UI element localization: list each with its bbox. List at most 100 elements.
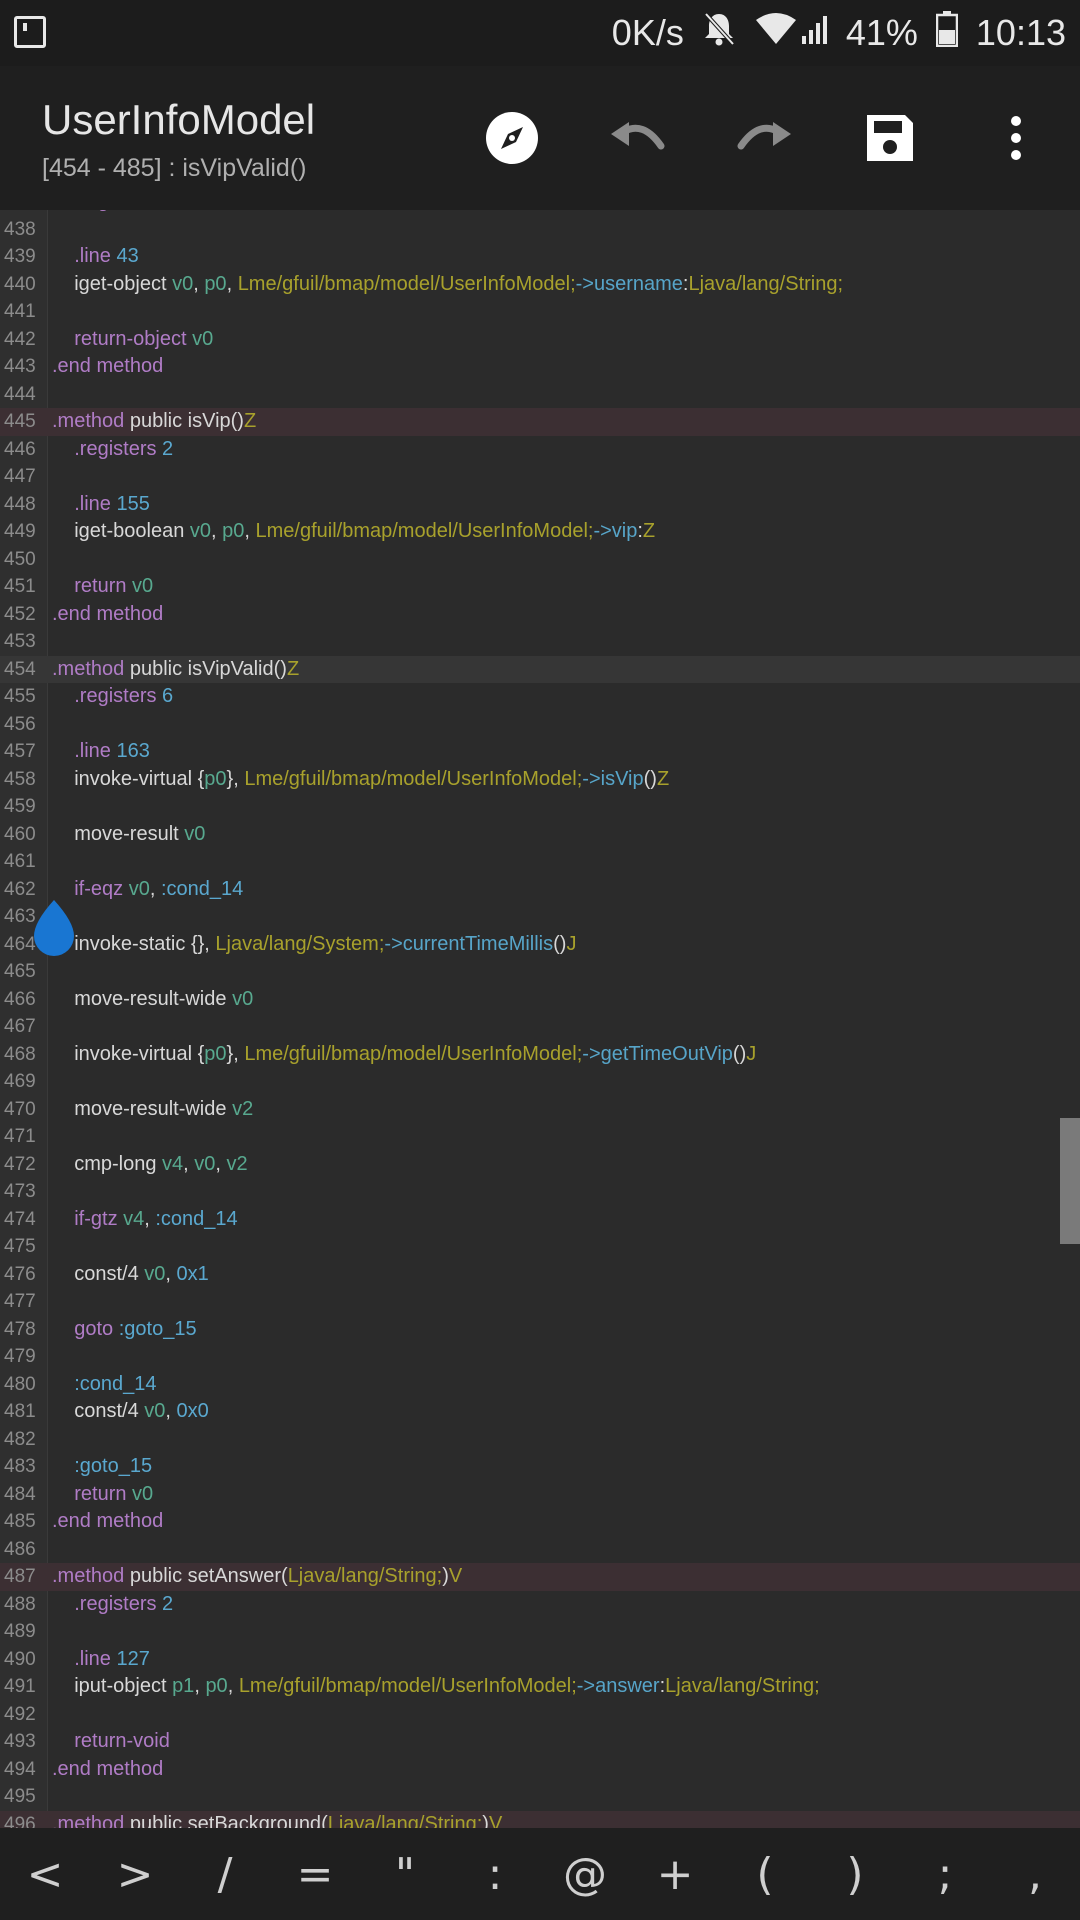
code-token: p0 — [204, 1042, 227, 1065]
code-line[interactable]: 495 — [0, 1783, 1080, 1811]
code-line[interactable]: 455 .registers 6 — [0, 683, 1080, 711]
code-line[interactable]: 456 — [0, 711, 1080, 739]
code-line[interactable]: 491 iput-object p1, p0, Lme/gfuil/bmap/m… — [0, 1673, 1080, 1701]
code-line[interactable]: 454 .method public isVipValid()Z — [0, 655, 1080, 683]
code-line[interactable]: 472 cmp-long v4, v0, v2 — [0, 1151, 1080, 1179]
code-token: v2 — [226, 1152, 248, 1175]
code-line[interactable]: 459 — [0, 793, 1080, 821]
code-line[interactable]: 474 if-gtz v4, :cond_14 — [0, 1206, 1080, 1234]
more-options-button[interactable] — [982, 104, 1050, 172]
code-token: p0 — [205, 1675, 228, 1697]
code-line[interactable]: 473 — [0, 1178, 1080, 1206]
code-token: v2 — [232, 1097, 254, 1120]
symbol-key[interactable]: ) — [810, 1849, 900, 1900]
code-line[interactable]: 453 — [0, 628, 1080, 656]
code-line[interactable]: 487 .method public setAnswer(Ljava/lang/S… — [0, 1563, 1080, 1591]
undo-button[interactable] — [604, 104, 672, 172]
code-line[interactable]: 492 — [0, 1701, 1080, 1729]
code-token: public setBackground — [129, 1812, 322, 1829]
code-token: () — [643, 767, 657, 790]
symbol-key[interactable]: ; — [900, 1849, 990, 1900]
line-number: 455 — [4, 686, 36, 707]
code-line[interactable]: 471 — [0, 1123, 1080, 1151]
code-line[interactable]: 461 — [0, 848, 1080, 876]
code-line[interactable]: 446 .registers 2 — [0, 436, 1080, 464]
code-token: Lme/gfuil/bmap/model/UserInfoModel; — [244, 767, 583, 790]
code-line[interactable]: 440 iget-object v0, p0, Lme/gfuil/bmap/m… — [0, 271, 1080, 299]
symbol-key[interactable]: > — [90, 1849, 180, 1900]
code-line[interactable]: 465 — [0, 958, 1080, 986]
status-bar: 0K/s 41% 10:13 — [0, 0, 1080, 66]
code-token: 2 — [162, 437, 174, 460]
code-line[interactable]: 439 .line 43 — [0, 243, 1080, 271]
code-line[interactable]: 485 .end method — [0, 1508, 1080, 1536]
code-line[interactable]: 479 — [0, 1343, 1080, 1371]
code-line[interactable]: 466 move-result-wide v0 — [0, 986, 1080, 1014]
code-line[interactable]: 493 return-void — [0, 1728, 1080, 1756]
code-line[interactable]: 478 goto :goto_15 — [0, 1316, 1080, 1344]
code-line[interactable]: 464 invoke-static {}, Ljava/lang/System;… — [0, 931, 1080, 959]
editor-scrollbar[interactable] — [1060, 1118, 1080, 1244]
symbol-key[interactable]: + — [630, 1849, 720, 1900]
code-line[interactable]: 450 — [0, 546, 1080, 574]
code-line[interactable]: 468 invoke-virtual {p0}, Lme/gfuil/bmap/… — [0, 1041, 1080, 1069]
code-line[interactable]: 484 return v0 — [0, 1481, 1080, 1509]
code-line[interactable]: 489 — [0, 1618, 1080, 1646]
code-line[interactable]: 467 — [0, 1013, 1080, 1041]
code-line[interactable]: 445 .method public isVip()Z — [0, 408, 1080, 436]
code-line[interactable]: 463 — [0, 903, 1080, 931]
code-line[interactable]: 475 — [0, 1233, 1080, 1261]
symbol-key[interactable]: " — [360, 1849, 450, 1900]
code-line[interactable]: 488 .registers 2 — [0, 1591, 1080, 1619]
line-code: goto :goto_15 — [52, 1316, 196, 1344]
symbol-key[interactable]: ( — [720, 1849, 810, 1900]
save-button[interactable] — [856, 104, 924, 172]
code-line[interactable]: 457 .line 163 — [0, 738, 1080, 766]
navigate-button[interactable] — [478, 104, 546, 172]
symbol-key[interactable]: < — [0, 1849, 90, 1900]
code-line[interactable]: 469 — [0, 1068, 1080, 1096]
code-line[interactable]: 442 return-object v0 — [0, 326, 1080, 354]
code-line[interactable]: 494 .end method — [0, 1756, 1080, 1784]
symbol-key[interactable]: : — [450, 1849, 540, 1900]
code-editor[interactable]: 437 .registers 2438439 .line 43440 iget-… — [0, 210, 1080, 1828]
code-line[interactable]: 460 move-result v0 — [0, 821, 1080, 849]
code-line[interactable]: 480 :cond_14 — [0, 1371, 1080, 1399]
code-token: , — [144, 1207, 156, 1230]
code-line[interactable]: 448 .line 155 — [0, 491, 1080, 519]
code-line[interactable]: 458 invoke-virtual {p0}, Lme/gfuil/bmap/… — [0, 766, 1080, 794]
line-code: :goto_15 — [52, 1453, 152, 1481]
line-code: invoke-static {}, Ljava/lang/System;->cu… — [52, 931, 576, 959]
code-line[interactable]: 482 — [0, 1426, 1080, 1454]
code-token: Z — [642, 520, 656, 542]
code-line[interactable]: 438 — [0, 216, 1080, 244]
code-line[interactable]: 441 — [0, 298, 1080, 326]
symbol-key[interactable]: @ — [540, 1849, 630, 1900]
symbol-input-bar: < > / = ": @ +();, — [0, 1828, 1080, 1920]
code-line[interactable]: 470 move-result-wide v2 — [0, 1096, 1080, 1124]
redo-button[interactable] — [730, 104, 798, 172]
code-line[interactable]: 447 — [0, 463, 1080, 491]
code-token: , — [244, 520, 256, 542]
code-line[interactable]: 452 .end method — [0, 601, 1080, 629]
code-token: username — [593, 272, 683, 295]
cursor-handle-icon[interactable] — [28, 898, 80, 958]
line-number: 492 — [4, 1703, 36, 1725]
code-line[interactable]: 443 .end method — [0, 353, 1080, 381]
code-line[interactable]: 496 .method public setBackground(Ljava/la… — [0, 1810, 1080, 1829]
code-line[interactable]: 476 const/4 v0, 0x1 — [0, 1261, 1080, 1289]
line-number: 489 — [4, 1621, 36, 1642]
code-line[interactable]: 477 — [0, 1288, 1080, 1316]
code-line[interactable]: 451 return v0 — [0, 573, 1080, 601]
code-line[interactable]: 449 iget-boolean v0, p0, Lme/gfuil/bmap/… — [0, 518, 1080, 546]
code-line[interactable]: 462 if-eqz v0, :cond_14 — [0, 876, 1080, 904]
code-line[interactable]: 486 — [0, 1536, 1080, 1564]
symbol-key[interactable]: = — [270, 1849, 360, 1900]
code-token: v0 — [132, 1482, 154, 1505]
code-line[interactable]: 490 .line 127 — [0, 1646, 1080, 1674]
code-line[interactable]: 481 const/4 v0, 0x0 — [0, 1398, 1080, 1426]
code-line[interactable]: 483 :goto_15 — [0, 1453, 1080, 1481]
symbol-key[interactable]: / — [180, 1849, 270, 1900]
symbol-key[interactable]: , — [990, 1849, 1080, 1900]
code-line[interactable]: 444 — [0, 381, 1080, 409]
